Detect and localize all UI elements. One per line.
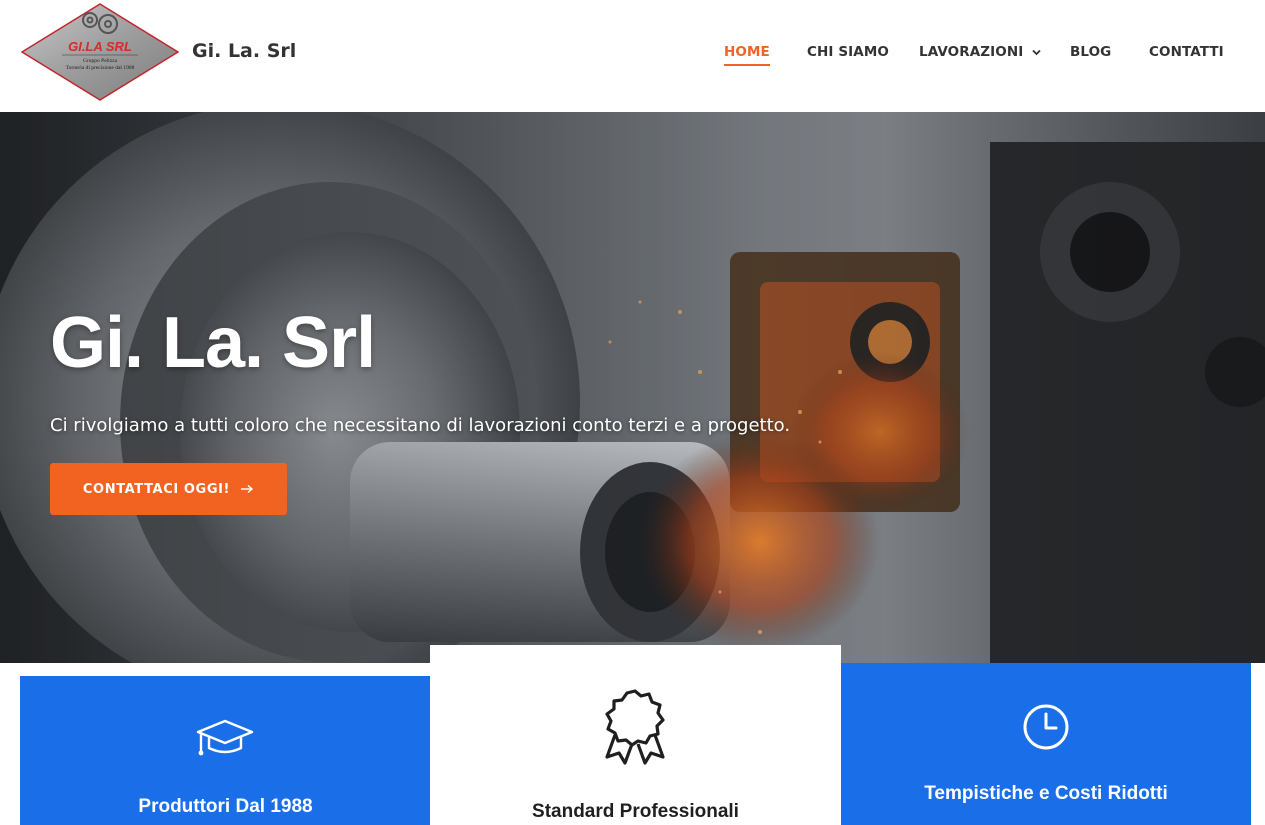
feature-card-3: Tempistiche e Costi Ridotti: [841, 663, 1251, 825]
site-logo[interactable]: GI.LA SRL Gruppo Pelizza Torneria di pre…: [20, 2, 180, 102]
nav-lavorazioni[interactable]: LAVORAZIONI: [919, 44, 1041, 60]
nav-blog[interactable]: BLOG: [1070, 44, 1111, 60]
chevron-down-icon: [1032, 49, 1041, 55]
nav-chi-siamo[interactable]: CHI SIAMO: [807, 44, 889, 60]
clock-icon: [1023, 704, 1069, 750]
feature-card-2: Standard Professionali: [430, 645, 841, 825]
graduation-cap-icon: [196, 719, 254, 756]
nav-home-label: HOME: [724, 44, 770, 60]
award-badge-icon: [605, 689, 665, 765]
hero-subtitle: Ci rivolgiamo a tutti coloro che necessi…: [50, 415, 791, 436]
feature-card-1: Produttori Dal 1988: [20, 676, 431, 825]
cta-label: CONTATTACI OGGI!: [82, 481, 231, 497]
logo-brand-text: GI.LA SRL: [68, 39, 132, 54]
feature-title: Tempistiche e Costi Ridotti: [924, 783, 1168, 804]
hero-section: Gi. La. Srl Ci rivolgiamo a tutti coloro…: [0, 112, 1265, 663]
feature-title: Standard Professionali: [532, 801, 739, 822]
nav-blog-label: BLOG: [1070, 44, 1112, 60]
hero-lathe-image: [0, 112, 1265, 663]
nav-contatti-label: CONTATTI: [1149, 44, 1224, 60]
site-header: GI.LA SRL Gruppo Pelizza Torneria di pre…: [0, 0, 1265, 112]
site-title[interactable]: Gi. La. Srl: [192, 40, 296, 62]
nav-chi-siamo-label: CHI SIAMO: [807, 44, 889, 60]
hero-title: Gi. La. Srl: [50, 303, 376, 383]
nav-contatti[interactable]: CONTATTI: [1149, 44, 1224, 60]
nav-lavorazioni-label: LAVORAZIONI: [919, 44, 1024, 60]
feature-title: Produttori Dal 1988: [138, 796, 313, 817]
contact-cta-button[interactable]: CONTATTACI OGGI!: [50, 463, 287, 515]
nav-home[interactable]: HOME: [724, 44, 770, 66]
logo-line2: Torneria di precisione dal 1988: [66, 65, 135, 71]
arrow-right-icon: [241, 484, 254, 494]
nav-active-underline: [724, 64, 770, 66]
logo-line1: Gruppo Pelizza: [83, 58, 118, 64]
